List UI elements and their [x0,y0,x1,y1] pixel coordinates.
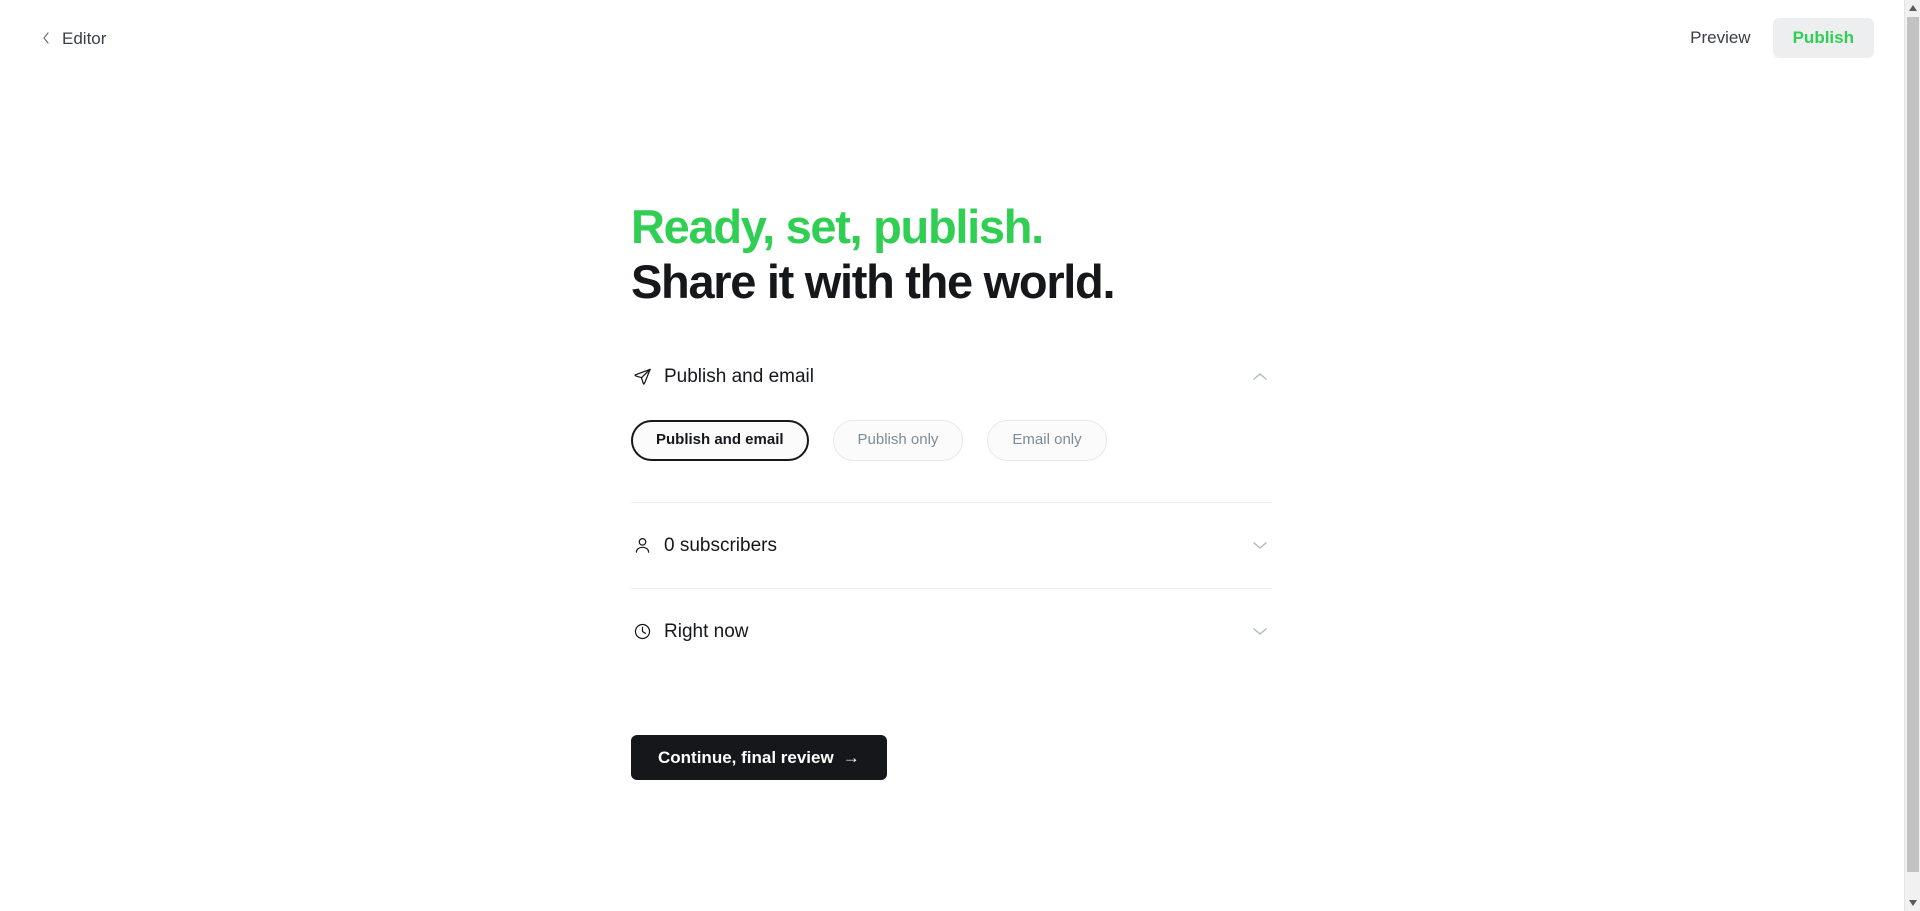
section-header-publish-and-email[interactable]: Publish and email [631,362,1272,390]
page-title: Ready, set, publish. Share it with the w… [631,200,1272,309]
back-to-editor-label: Editor [62,28,107,48]
clock-icon [631,621,653,643]
continue-final-review-button[interactable]: Continue, final review → [631,734,887,780]
user-icon [631,535,653,557]
section-header-subscribers[interactable]: 0 subscribers [631,532,1272,560]
section-subscribers: 0 subscribers [631,503,1272,588]
publish-button[interactable]: Publish [1772,18,1874,58]
page-title-line-1: Ready, set, publish. [631,200,1044,253]
chevron-down-icon[interactable] [1252,538,1268,554]
scrollbar-thumb[interactable] [1907,17,1919,872]
chevron-up-icon[interactable] [1252,368,1268,384]
scrollbar-down-arrow-icon[interactable] [1905,895,1920,911]
chevron-down-icon[interactable] [1252,624,1268,640]
section-title-publish-and-email: Publish and email [664,365,814,387]
chevron-left-icon [40,30,52,46]
section-title-subscribers: 0 subscribers [664,535,777,557]
arrow-right-icon: → [842,747,860,767]
section-header-schedule[interactable]: Right now [631,618,1272,646]
publish-content: Ready, set, publish. Share it with the w… [631,200,1272,780]
page-title-line-2: Share it with the world. [631,254,1116,308]
section-publish-and-email: Publish and email Publish and email Publ… [631,362,1272,502]
section-schedule: Right now [631,589,1272,674]
vertical-scrollbar[interactable] [1904,0,1920,911]
delivery-option-publish-and-email[interactable]: Publish and email [631,420,809,461]
scrollbar-up-arrow-icon[interactable] [1905,0,1920,16]
continue-final-review-label: Continue, final review [658,747,834,767]
delivery-option-group: Publish and email Publish only Email onl… [631,420,1272,461]
cta-container: Continue, final review → [631,734,1272,780]
delivery-option-email-only[interactable]: Email only [987,420,1107,461]
top-bar-actions: Preview Publish [1676,18,1874,58]
top-bar: Editor Preview Publish [0,0,1904,76]
delivery-option-publish-only[interactable]: Publish only [832,420,964,461]
section-title-schedule: Right now [664,621,749,643]
send-icon [631,365,653,387]
publish-flow-page: Editor Preview Publish Ready, set, publi… [0,0,1920,911]
back-to-editor-link[interactable]: Editor [40,30,106,47]
publish-settings-list: Publish and email Publish and email Publ… [631,362,1272,780]
preview-button[interactable]: Preview [1676,19,1764,57]
